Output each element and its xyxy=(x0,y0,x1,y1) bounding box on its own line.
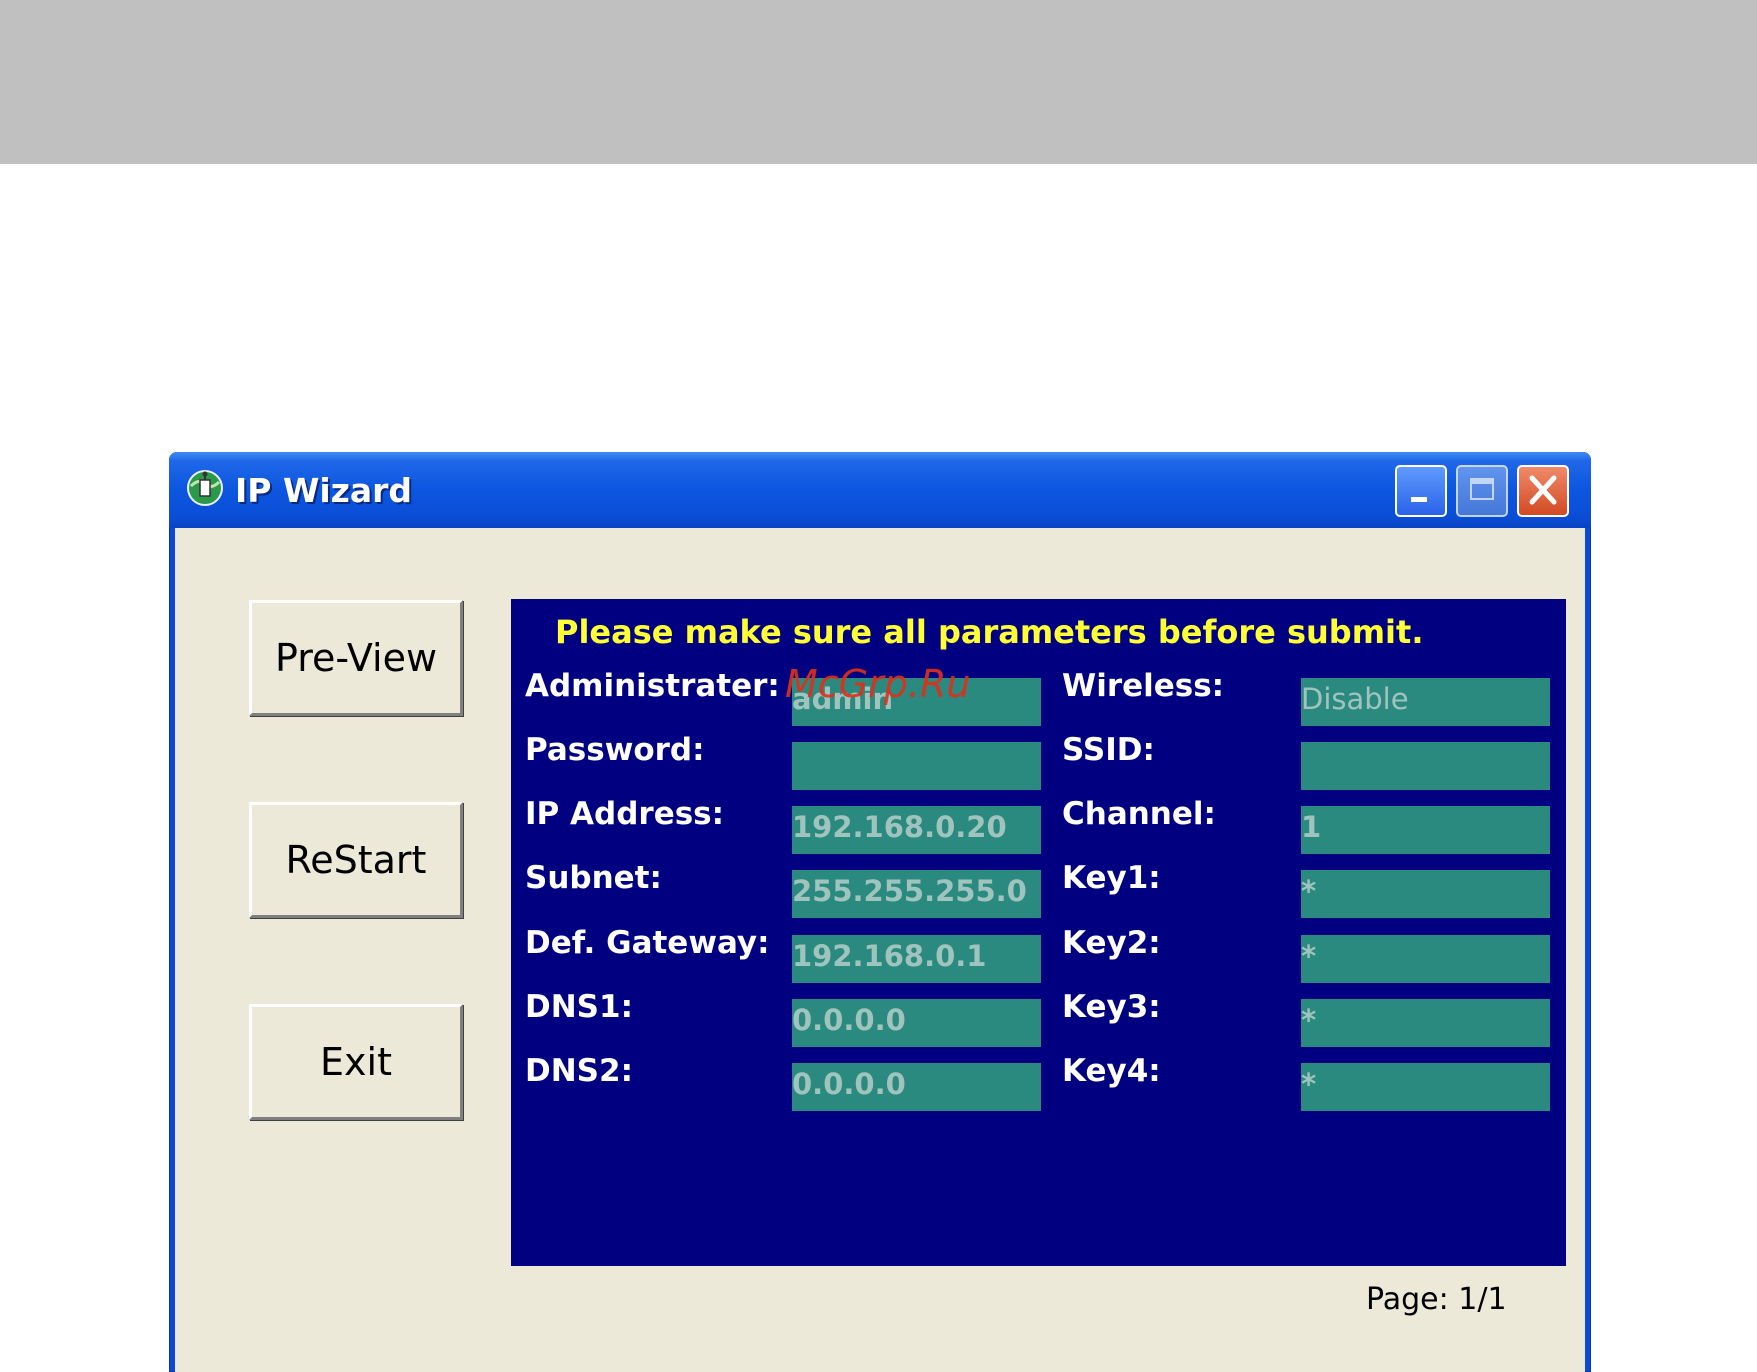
page-indicator: Page: 1/1 xyxy=(1366,1282,1507,1317)
key2-field[interactable]: * xyxy=(1301,935,1550,983)
top-gray-band xyxy=(0,0,1757,164)
ip-address-label: IP Address: xyxy=(525,796,725,832)
ip-wizard-window: IP Wizard Pre-View ReStart Exit Please m… xyxy=(169,452,1591,1372)
gateway-label: Def. Gateway: xyxy=(525,925,770,961)
maximize-button[interactable] xyxy=(1456,465,1508,517)
window-title: IP Wizard xyxy=(235,471,413,510)
ssid-label: SSID: xyxy=(1062,732,1155,768)
dns2-label: DNS2: xyxy=(525,1053,633,1089)
gateway-field[interactable]: 192.168.0.1 xyxy=(792,935,1041,983)
key3-label: Key3: xyxy=(1062,989,1161,1025)
close-icon xyxy=(1529,475,1557,505)
key1-field[interactable]: * xyxy=(1301,870,1550,918)
channel-field[interactable]: 1 xyxy=(1301,806,1550,854)
password-label: Password: xyxy=(525,732,705,768)
restart-button[interactable]: ReStart xyxy=(249,802,463,918)
preview-button[interactable]: Pre-View xyxy=(249,600,463,716)
parameters-panel: Please make sure all parameters before s… xyxy=(511,599,1566,1266)
ip-address-field[interactable]: 192.168.0.20 xyxy=(792,806,1041,854)
dns1-label: DNS1: xyxy=(525,989,633,1025)
network-wizard-icon xyxy=(185,468,225,508)
password-field[interactable] xyxy=(792,742,1041,790)
exit-button[interactable]: Exit xyxy=(249,1004,463,1120)
dns2-field[interactable]: 0.0.0.0 xyxy=(792,1063,1041,1111)
dns1-field[interactable]: 0.0.0.0 xyxy=(792,999,1041,1047)
wireless-field[interactable]: Disable xyxy=(1301,678,1550,726)
subnet-label: Subnet: xyxy=(525,860,662,896)
watermark-text: McGrp.Ru xyxy=(785,662,971,706)
title-bar[interactable]: IP Wizard xyxy=(169,452,1591,528)
key2-label: Key2: xyxy=(1062,925,1161,961)
key4-field[interactable]: * xyxy=(1301,1063,1550,1111)
ssid-field[interactable] xyxy=(1301,742,1550,790)
minimize-button[interactable] xyxy=(1395,465,1447,517)
administrator-label: Administrater: xyxy=(525,668,780,704)
key1-label: Key1: xyxy=(1062,860,1161,896)
notice-text: Please make sure all parameters before s… xyxy=(555,613,1424,651)
close-button[interactable] xyxy=(1517,465,1569,517)
maximize-icon xyxy=(1470,478,1494,500)
key3-field[interactable]: * xyxy=(1301,999,1550,1047)
minimize-icon xyxy=(1411,497,1427,502)
subnet-field[interactable]: 255.255.255.0 xyxy=(792,870,1041,918)
channel-label: Channel: xyxy=(1062,796,1216,832)
wireless-label: Wireless: xyxy=(1062,668,1225,704)
window-client-area: Pre-View ReStart Exit Please make sure a… xyxy=(175,528,1585,1372)
key4-label: Key4: xyxy=(1062,1053,1161,1089)
